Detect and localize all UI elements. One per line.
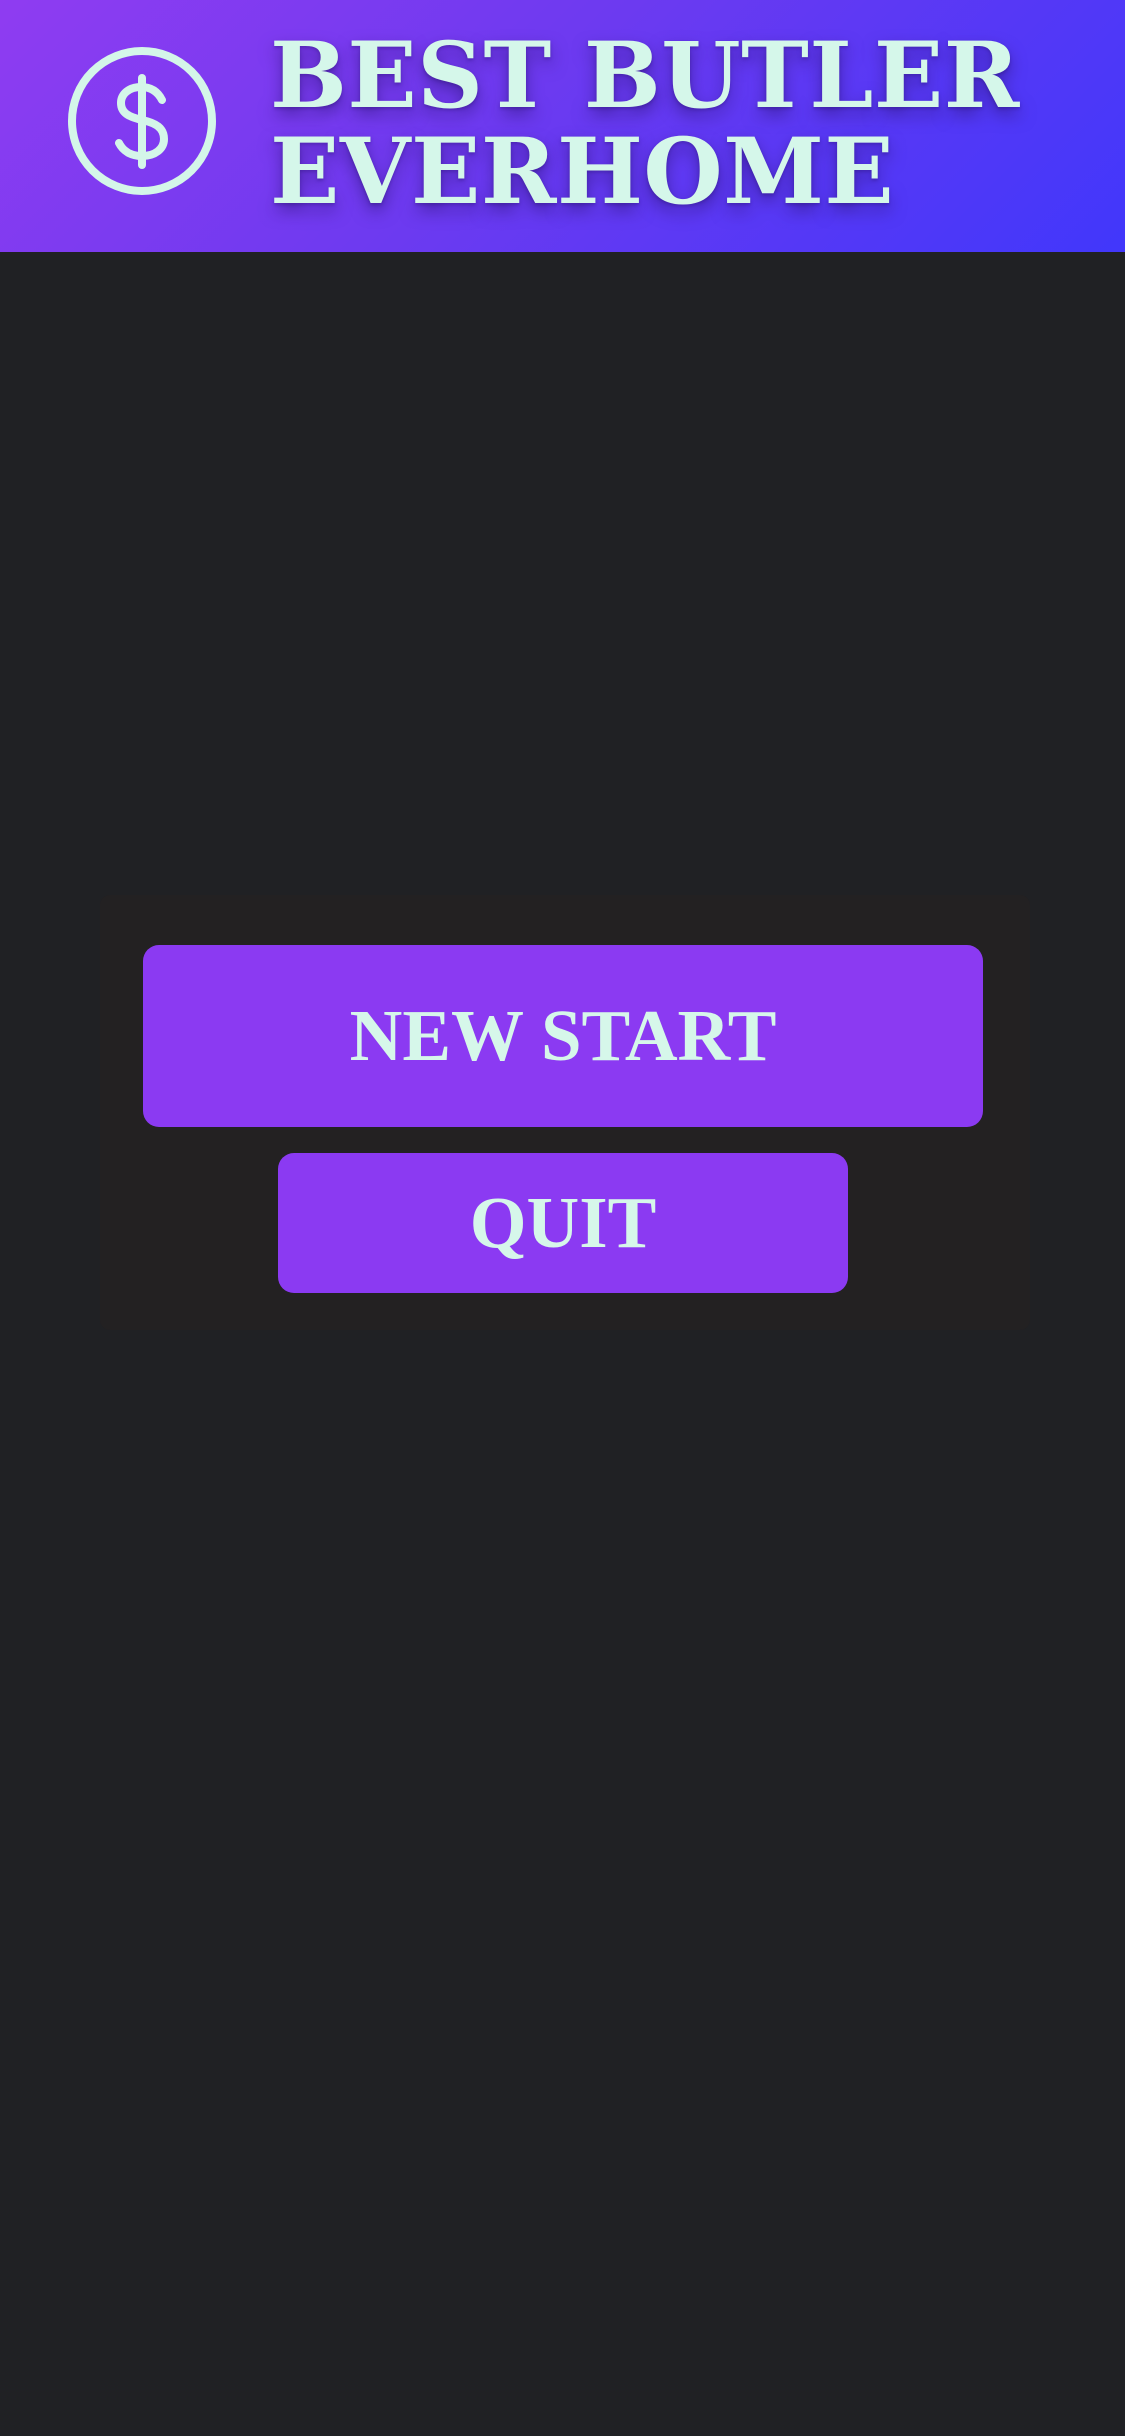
dollar-coin-icon	[68, 47, 216, 195]
game-title: BEST BUTLER EVERHOME	[270, 28, 1020, 220]
game-title-line-2: EVERHOME	[270, 119, 895, 225]
title-banner: BEST BUTLER EVERHOME	[0, 0, 1125, 252]
game-title-line-1: BEST BUTLER	[270, 23, 1020, 129]
quit-button[interactable]: QUIT	[278, 1153, 848, 1293]
new-start-button[interactable]: NEW START	[143, 945, 983, 1127]
main-menu-panel: NEW START QUIT	[100, 895, 1030, 1330]
